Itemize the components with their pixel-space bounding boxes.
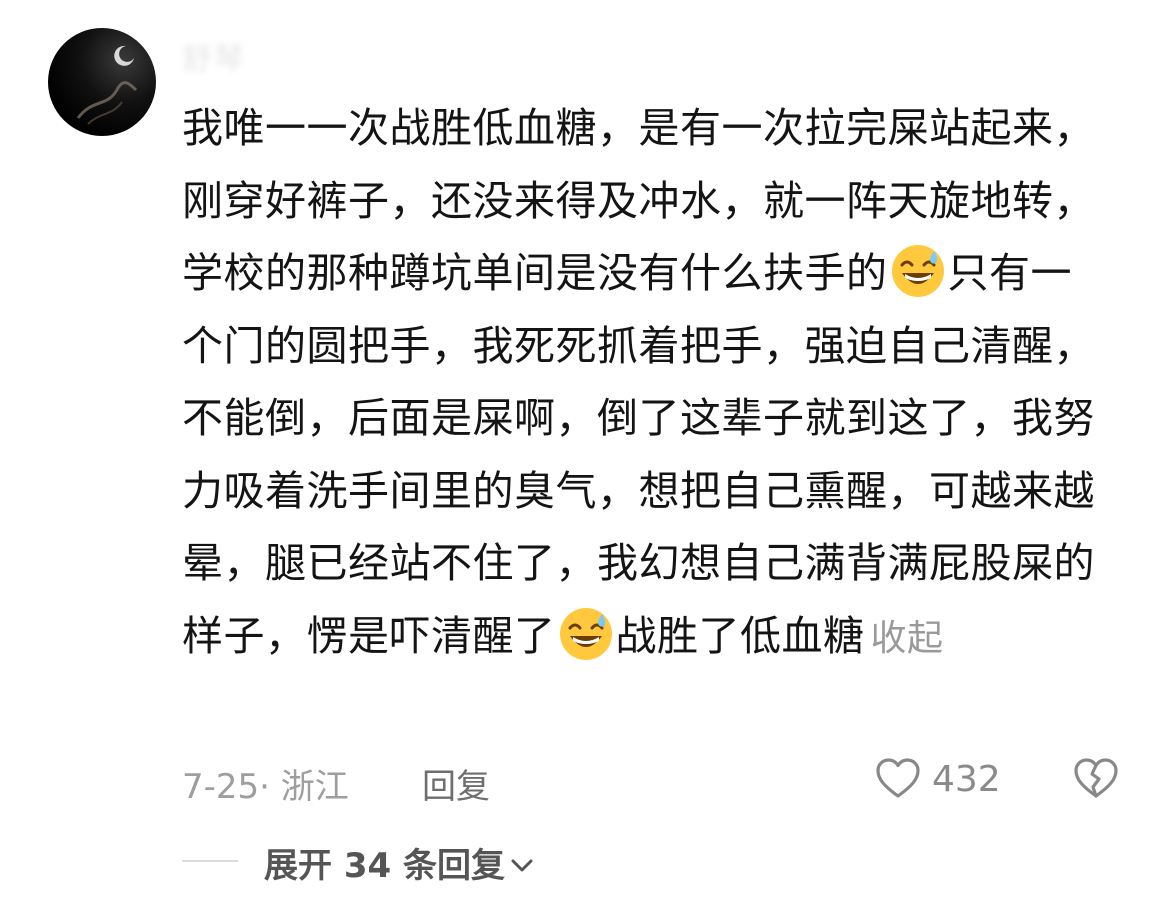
username[interactable]: 舒琴 <box>182 34 246 78</box>
date-location: 7-25· 浙江 <box>182 767 349 807</box>
collapse-button[interactable]: 收起 <box>871 618 944 659</box>
expand-replies-button[interactable]: 展开 34 条回复 <box>264 838 533 887</box>
heart-icon[interactable] <box>874 755 922 812</box>
grinning-sweat-emoji-icon <box>890 243 946 299</box>
replies-expand-row: 展开 34 条回复 <box>182 838 782 887</box>
comment-meta: 7-25· 浙江 回复 432 <box>182 755 1132 808</box>
like-count: 432 <box>932 759 1001 800</box>
grinning-sweat-emoji-icon <box>558 606 614 662</box>
divider <box>182 860 238 862</box>
expand-replies-label: 展开 34 条回复 <box>264 846 505 886</box>
avatar[interactable] <box>48 28 156 136</box>
chevron-down-icon <box>511 842 533 882</box>
comment-text: 我唯一一次战胜低血糖，是有一次拉完屎站起来，刚穿好裤子，还没来得及冲水，就一阵天… <box>182 92 1112 675</box>
reply-button[interactable]: 回复 <box>422 759 490 808</box>
broken-heart-icon[interactable] <box>1072 755 1120 812</box>
comment-text-part3: 战胜了低血糖 <box>615 611 865 660</box>
comment-text-part2: 只有一个门的圆把手，我死死抓着把手，强迫自己清醒，不能倒，后面是屎啊，倒了这辈子… <box>182 249 1095 660</box>
